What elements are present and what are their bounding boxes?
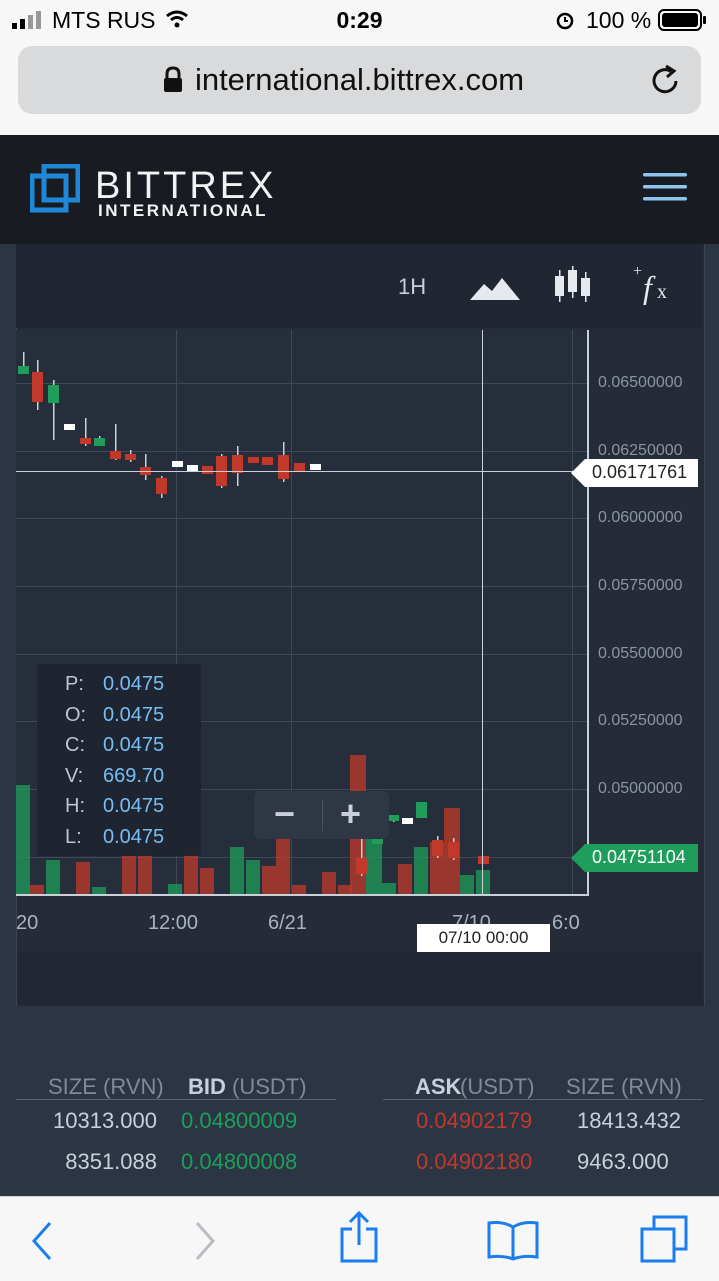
crosshair-price: 0.06171761: [592, 462, 688, 482]
bid-price[interactable]: 0.04800009: [181, 1108, 297, 1134]
ohlc-label: H:: [65, 795, 85, 817]
back-icon[interactable]: [30, 1221, 54, 1261]
bid-header-divider: [16, 1099, 336, 1100]
candle-body: [125, 454, 136, 460]
ohlc-tooltip: P: 0.0475 O: 0.0475 C: 0.0475 V: 669.70 H: 0.…: [37, 664, 201, 856]
bid-size-header: SIZE (RVN): [48, 1074, 164, 1099]
bid-size[interactable]: 10313.000: [0, 1108, 157, 1134]
chart-footer: [17, 952, 703, 1005]
volume-bar: [230, 847, 244, 894]
ohlc-label: C:: [65, 734, 85, 756]
volume-bar: [460, 875, 474, 894]
candle-body: [32, 372, 43, 402]
candle-body: [18, 366, 29, 374]
ask-header: ASK: [415, 1074, 462, 1099]
bid-price[interactable]: 0.04800008: [181, 1149, 297, 1175]
volume-bar: [168, 884, 182, 894]
bid-size[interactable]: 8351.088: [0, 1149, 157, 1175]
candle-body: [202, 466, 213, 474]
candle-body: [248, 457, 259, 463]
candle-body: [478, 856, 489, 864]
candle-body: [278, 455, 289, 479]
crosshair-time: 07/10 00:00: [438, 928, 529, 947]
volume-bar: [122, 855, 136, 894]
candle-body: [416, 802, 427, 818]
candle-body: [110, 451, 121, 459]
zoom-control: − +: [254, 791, 389, 839]
ohlc-value: 0.0475: [103, 734, 165, 756]
bid-header: BID: [188, 1074, 226, 1099]
ask-header-divider: [383, 1099, 703, 1100]
volume-bar: [276, 830, 290, 894]
ohlc-value: 0.0475: [103, 673, 165, 695]
volume-bar: [76, 862, 90, 894]
volume-bar: [138, 850, 152, 894]
candle-body: [294, 463, 305, 471]
volume-bar: [398, 864, 412, 894]
candle-body: [310, 464, 321, 470]
volume-bar: [476, 870, 490, 894]
tabs-icon[interactable]: [640, 1215, 688, 1263]
bookmarks-icon[interactable]: [487, 1219, 539, 1261]
volume-bar: [30, 885, 44, 894]
ohlc-value: 0.0475: [103, 704, 165, 726]
volume-bar: [184, 850, 198, 894]
ask-unit: (USDT): [460, 1074, 535, 1099]
volume-bar: [46, 860, 60, 894]
candle-body: [356, 858, 367, 874]
forward-icon[interactable]: [193, 1221, 217, 1261]
ohlc-label: V:: [65, 765, 84, 787]
ohlc-value: 669.70: [103, 765, 165, 787]
volume-bar: [16, 785, 30, 894]
ask-size[interactable]: 18413.432: [577, 1108, 681, 1134]
share-icon[interactable]: [338, 1211, 380, 1263]
volume-bar: [414, 847, 428, 894]
candle-body: [402, 818, 413, 824]
last-price: 0.04751104: [592, 847, 686, 867]
zoom-out-button[interactable]: −: [274, 793, 295, 835]
volume-bar: [262, 866, 276, 894]
volume-bar: [292, 885, 306, 894]
zoom-in-button[interactable]: +: [340, 793, 361, 835]
ohlc-label: O:: [65, 704, 87, 726]
ask-price[interactable]: 0.04902180: [416, 1149, 532, 1175]
ohlc-value: 0.0475: [103, 826, 165, 848]
candle-body: [156, 478, 167, 494]
candle-body: [432, 840, 443, 856]
crosshair-horizontal: [16, 471, 588, 472]
ohlc-label: P:: [65, 673, 84, 695]
bid-unit: (USDT): [232, 1074, 307, 1099]
ask-size-header: SIZE (RVN): [566, 1074, 682, 1099]
volume-bar: [322, 872, 336, 894]
candle-body: [80, 438, 91, 444]
ohlc-value: 0.0475: [103, 795, 165, 817]
crosshair-vertical: [482, 330, 483, 895]
ask-size[interactable]: 9463.000: [577, 1149, 669, 1175]
candle-body: [172, 461, 183, 467]
candle-body: [388, 815, 399, 821]
volume-bar: [92, 887, 106, 894]
candle-body: [94, 438, 105, 446]
ask-price[interactable]: 0.04902179: [416, 1108, 532, 1134]
candle-body: [448, 842, 459, 858]
volume-bar: [246, 860, 260, 894]
volume-bar: [200, 868, 214, 894]
candle-body: [64, 424, 75, 430]
browser-toolbar: [0, 1196, 719, 1281]
volume-bar: [382, 883, 396, 894]
candle-body: [48, 385, 59, 403]
ohlc-label: L:: [65, 826, 82, 848]
zoom-divider: [322, 799, 323, 831]
candle-body: [262, 457, 273, 465]
volume-bar: [338, 885, 352, 894]
